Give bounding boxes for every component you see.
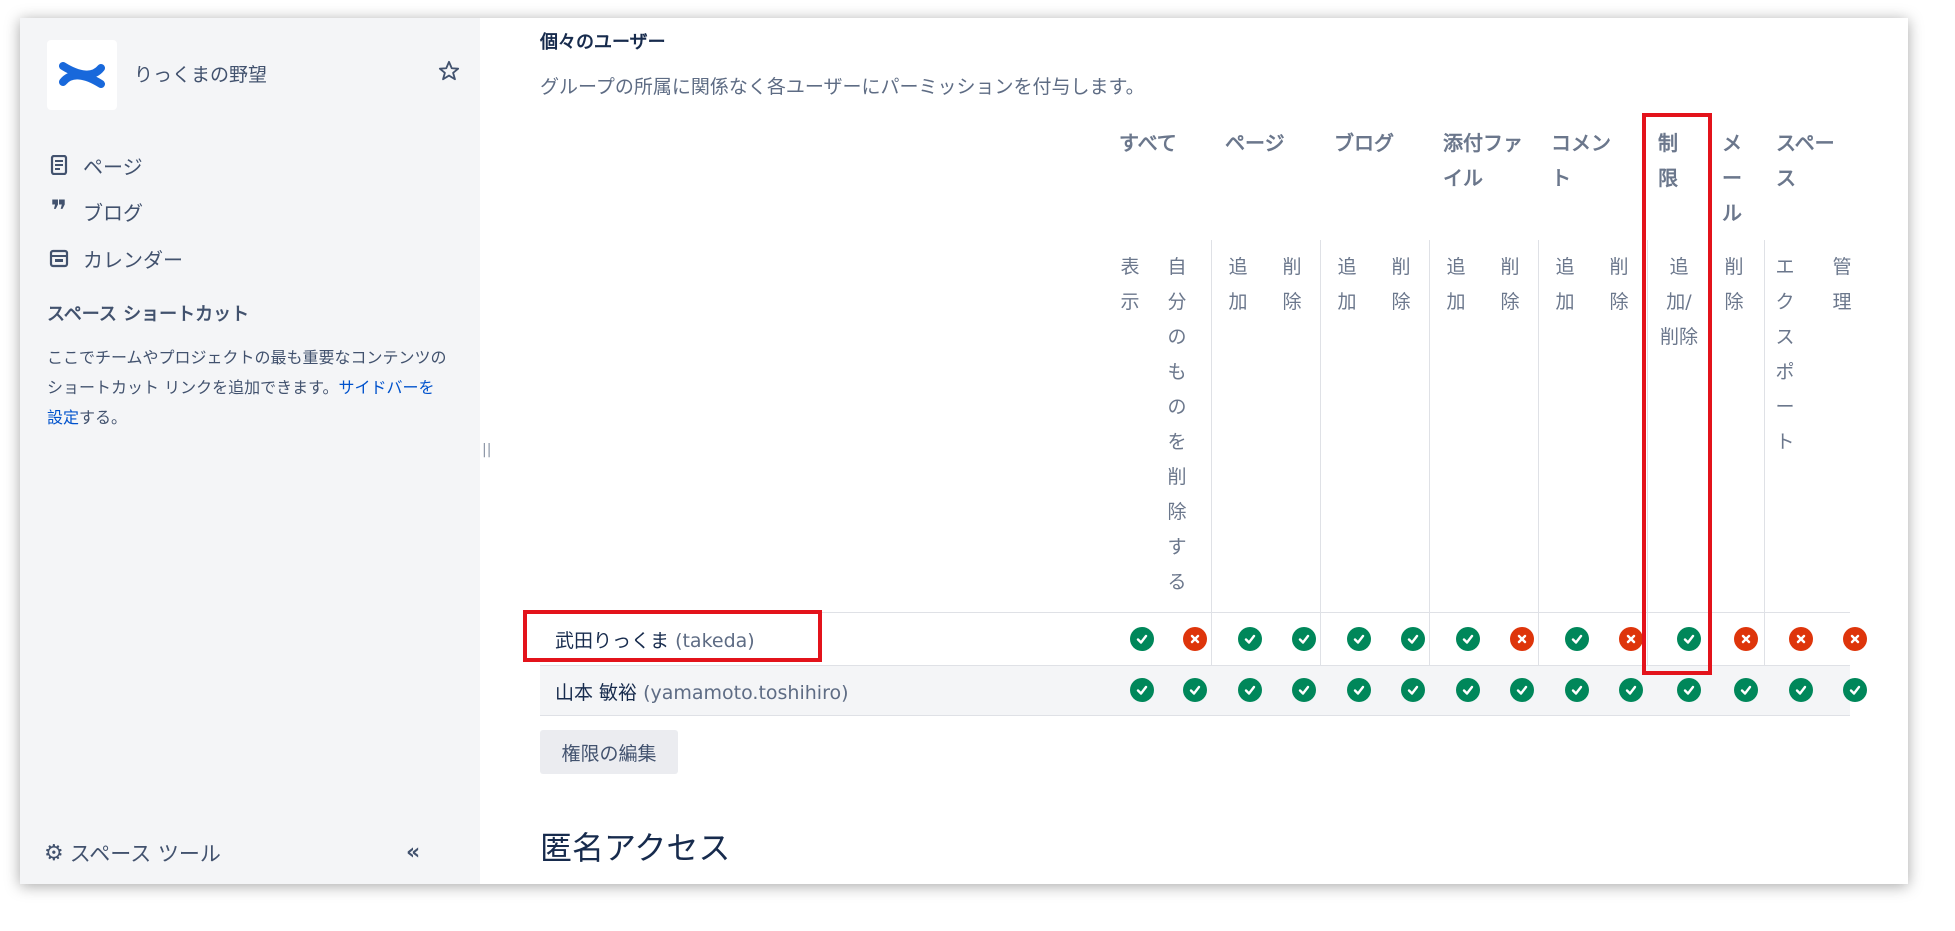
space-name[interactable]: りっくまの野望 (134, 60, 267, 87)
permission-granted-icon (1292, 627, 1316, 651)
group-header-mail: メール (1722, 131, 1742, 225)
anonymous-access-heading: 匿名アクセス (540, 829, 731, 867)
nav-label: カレンダー (83, 247, 183, 272)
shortcuts-suffix: する。 (79, 408, 128, 427)
column-header: 表示 (1120, 256, 1140, 313)
permission-granted-icon (1619, 678, 1643, 702)
permission-granted-icon (1677, 678, 1701, 702)
app-window: りっくまの野望 ページ ❞ ブログ カレンダー スペース ショートカット ここで… (20, 18, 1908, 884)
space-tools-button[interactable]: ⚙ スペース ツール (44, 838, 221, 868)
main-content: 個々のユーザー グループの所属に関係なく各ユーザーにパーミッションを付与します。… (480, 18, 1908, 884)
column-header: 削除 (1282, 256, 1302, 313)
permission-granted-icon (1183, 678, 1207, 702)
nav-label: ページ (83, 154, 143, 179)
permission-denied-icon (1619, 627, 1643, 651)
group-header-all: すべて (1119, 131, 1177, 155)
user-display-name: 山本 敏裕 (555, 682, 638, 704)
sidebar: りっくまの野望 ページ ❞ ブログ カレンダー スペース ショートカット ここで… (20, 18, 480, 884)
column-divider (1429, 240, 1430, 716)
section-description: グループの所属に関係なく各ユーザーにパーミッションを付与します。 (540, 76, 1145, 98)
permission-granted-icon (1238, 678, 1262, 702)
column-divider (1764, 240, 1765, 716)
space-logo[interactable] (47, 40, 117, 110)
space-tools-label: スペース ツール (69, 842, 221, 866)
permission-granted-icon (1565, 627, 1589, 651)
edit-permissions-button[interactable]: 権限の編集 (540, 730, 678, 774)
permission-granted-icon (1401, 627, 1425, 651)
permission-granted-icon (1843, 678, 1867, 702)
permission-granted-icon (1130, 678, 1154, 702)
column-header: 削除 (1500, 256, 1520, 313)
permission-granted-icon (1130, 627, 1154, 651)
column-header: 管理 (1832, 256, 1852, 313)
column-divider (1320, 240, 1321, 716)
user-id: (yamamoto.toshihiro) (643, 682, 849, 704)
column-divider (1211, 240, 1212, 716)
nav-item-calendar[interactable]: カレンダー (47, 241, 447, 275)
shortcuts-description: ここでチームやプロジェクトの最も重要なコンテンツのショートカット リンクを追加で… (47, 343, 447, 433)
group-header-attachments: 添付ファイル (1443, 131, 1523, 190)
column-header: 追加 (1228, 256, 1248, 313)
shortcuts-heading: スペース ショートカット (47, 304, 250, 325)
permission-granted-icon (1292, 678, 1316, 702)
column-header: 削除 (1609, 256, 1629, 313)
permission-granted-icon (1347, 627, 1371, 651)
nav-label: ブログ (83, 200, 143, 225)
permission-denied-icon (1789, 627, 1813, 651)
permission-denied-icon (1843, 627, 1867, 651)
group-header-blog: ブログ (1334, 131, 1394, 155)
permission-granted-icon (1789, 678, 1813, 702)
permission-granted-icon (1401, 678, 1425, 702)
permission-denied-icon (1510, 627, 1534, 651)
permission-granted-icon (1238, 627, 1262, 651)
nav-item-pages[interactable]: ページ (47, 148, 447, 182)
group-header-pages: ページ (1225, 131, 1285, 155)
column-header: エクスポート (1775, 256, 1795, 453)
permission-denied-icon (1183, 627, 1207, 651)
section-heading: 個々のユーザー (540, 32, 666, 53)
collapse-sidebar-button[interactable]: « (406, 840, 420, 865)
highlight-box-restrictions (1642, 113, 1712, 675)
nav-item-blog[interactable]: ❞ ブログ (47, 194, 447, 228)
highlight-box-user (523, 610, 822, 662)
column-header: 削除 (1724, 256, 1744, 313)
quote-icon: ❞ (50, 194, 68, 227)
column-header: 追加 (1337, 256, 1357, 313)
page-icon (47, 153, 71, 177)
user-name[interactable]: 山本 敏裕 (yamamoto.toshihiro) (555, 678, 849, 705)
permission-denied-icon (1734, 627, 1758, 651)
column-header: 追加 (1555, 256, 1575, 313)
permission-granted-icon (1734, 678, 1758, 702)
permission-granted-icon (1565, 678, 1589, 702)
permission-granted-icon (1456, 678, 1480, 702)
column-header: 削除 (1391, 256, 1411, 313)
permission-granted-icon (1456, 627, 1480, 651)
column-header: 自分のものを削除する (1167, 256, 1187, 593)
permission-granted-icon (1347, 678, 1371, 702)
group-header-space: スペース (1776, 131, 1835, 190)
column-header: 追加 (1446, 256, 1466, 313)
gear-icon: ⚙ (44, 840, 64, 866)
permission-granted-icon (1510, 678, 1534, 702)
row-divider (540, 715, 1850, 716)
confluence-logo-icon (59, 62, 105, 88)
column-divider (1538, 240, 1539, 716)
star-icon[interactable] (438, 60, 460, 86)
calendar-icon (47, 246, 71, 270)
group-header-comments: コメント (1551, 131, 1611, 190)
